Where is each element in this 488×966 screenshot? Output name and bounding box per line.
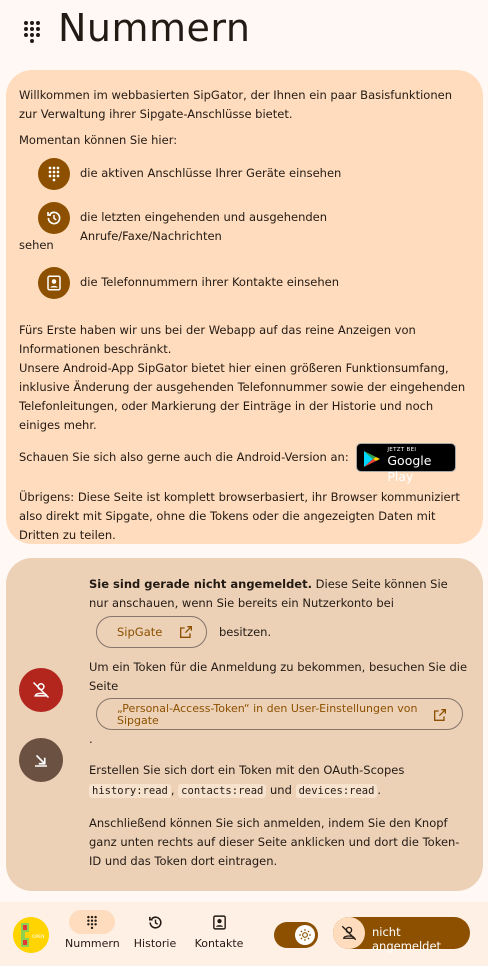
token-intro: Um ein Token für die Anmeldung zu bekomm… <box>89 660 468 693</box>
login-button-label: nicht angemeldet <box>372 925 442 953</box>
nav-label: Historie <box>133 937 177 950</box>
dot-text: . <box>89 732 93 746</box>
webapp-text-1: Fürs Erste haben wir uns bei der Webapp … <box>19 323 416 356</box>
feature-text: die Telefonnummern ihrer Kontakte einseh… <box>80 275 339 289</box>
final-instructions: Anschließend können Sie sich anmelden, i… <box>89 816 460 868</box>
nav-label: Nummern <box>65 937 120 950</box>
google-play-badge[interactable]: JETZT BEI Google Play <box>356 443 457 484</box>
feature-text: die aktiven Anschlüsse Ihrer Geräte eins… <box>80 166 342 180</box>
pat-link-label: „Personal-Access-Token“ in den User-Eins… <box>117 702 418 727</box>
no-account-icon <box>333 917 365 949</box>
dialpad-icon <box>38 158 70 190</box>
scope-devices: devices:read <box>295 784 378 798</box>
scope-und: und <box>270 783 292 797</box>
scopes-row: history:read, contacts:read und devices:… <box>89 781 469 801</box>
login-card: Sie sind gerade nicht angemeldet. Diese … <box>6 558 483 891</box>
contacts-icon <box>196 910 242 934</box>
scope-history: history:read <box>89 784 171 798</box>
app-header: Nummern <box>0 0 488 60</box>
not-logged-in-text: Sie sind gerade nicht angemeldet. Diese … <box>89 575 469 613</box>
history-icon <box>132 910 178 934</box>
sun-icon <box>295 925 315 945</box>
feature-history: die letzten eingehenden und ausgehenden … <box>19 202 469 243</box>
not-logged-bold: Sie sind gerade nicht angemeldet. <box>89 577 312 591</box>
logo-text: OPEN <box>32 934 44 940</box>
login-button[interactable]: nicht angemeldet <box>333 917 470 953</box>
scopes-intro: Erstellen Sie sich dort ein Token mit de… <box>89 763 405 777</box>
nav-nummern[interactable]: Nummern <box>65 910 120 950</box>
nav-kontakte[interactable]: Kontakte <box>193 910 245 950</box>
scope-sep: , <box>170 783 175 797</box>
can-heading: Momentan können Sie hier: <box>19 133 178 147</box>
not-logged-in-badge <box>19 668 63 712</box>
webapp-text-2: Unsere Android-App SipGator bietet hier … <box>19 361 466 432</box>
dialpad-icon <box>24 21 40 43</box>
no-account-icon <box>32 681 50 699</box>
play-icon <box>364 451 381 467</box>
sipgate-link-label: SipGate <box>117 624 163 639</box>
feature-text: die letzten eingehenden und ausgehenden … <box>80 210 328 243</box>
bottom-navigation: OPEN Nummern Historie Kontakte nicht ang… <box>0 902 488 966</box>
external-link-icon <box>180 626 193 638</box>
besitzen-text: besitzen. <box>219 624 272 639</box>
android-row: Schauen Sie sich also gerne auch die And… <box>19 443 469 484</box>
nav-historie[interactable]: Historie <box>132 910 178 950</box>
feature-numbers: die aktiven Anschlüsse Ihrer Geräte eins… <box>19 158 469 194</box>
sipgator-logo: OPEN <box>13 917 49 953</box>
android-prompt: Schauen Sie sich also gerne auch die And… <box>19 450 349 464</box>
gplay-big-text: Google Play <box>387 453 432 484</box>
scope-dot: . <box>377 783 382 797</box>
feature-contacts: die Telefonnummern ihrer Kontakte einseh… <box>19 267 469 303</box>
contacts-icon <box>38 267 70 299</box>
dialpad-icon <box>69 910 115 934</box>
nav-label: Kontakte <box>194 937 244 950</box>
external-link-icon <box>434 709 446 721</box>
info-card: Willkommen im webbasierten SipGator, der… <box>6 70 483 544</box>
scope-contacts: contacts:read <box>178 784 267 798</box>
pat-link[interactable]: „Personal-Access-Token“ in den User-Eins… <box>96 698 463 730</box>
history-icon <box>38 202 70 234</box>
login-hint-badge <box>19 738 63 782</box>
sipgate-link[interactable]: SipGate <box>96 616 208 648</box>
arrow-down-right-icon <box>35 754 47 767</box>
sipgate-row: SipGate besitzen. <box>96 616 476 648</box>
privacy-text: Übrigens: Diese Seite ist komplett brows… <box>19 490 460 542</box>
theme-toggle[interactable] <box>274 922 318 948</box>
page-title: Nummern <box>58 6 251 50</box>
intro-text: Willkommen im webbasierten SipGator, der… <box>19 88 452 121</box>
